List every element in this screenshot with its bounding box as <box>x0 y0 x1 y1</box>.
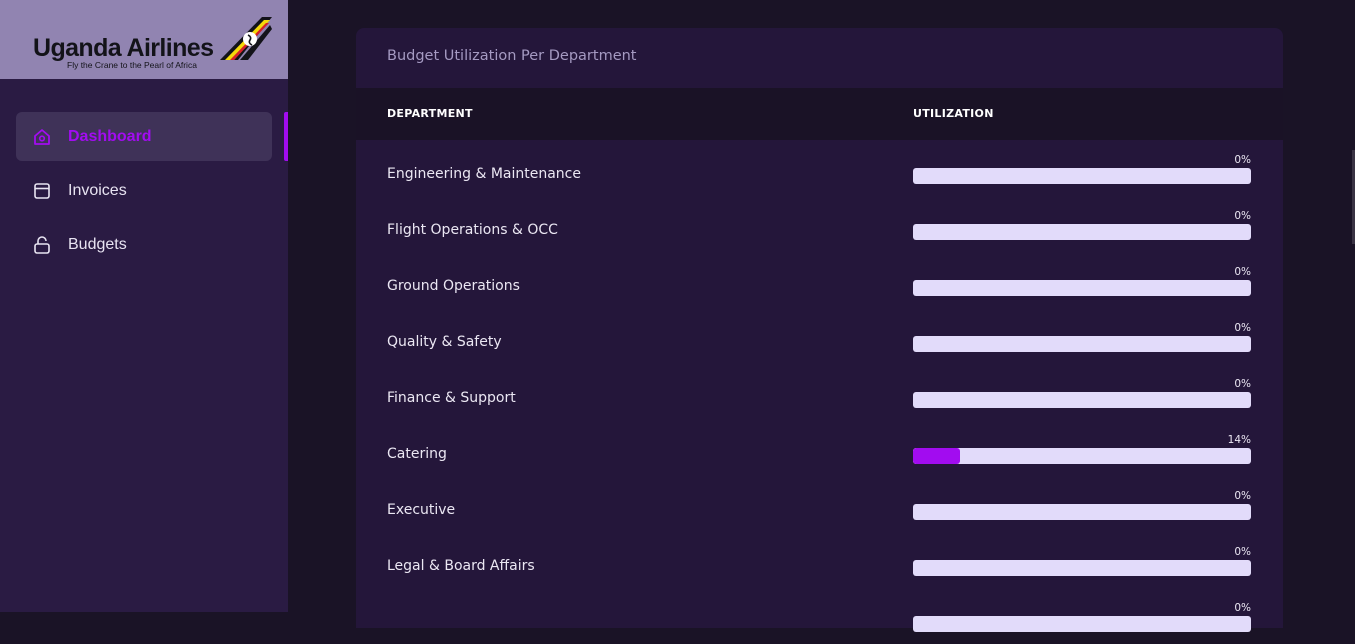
utilization-percent: 0% <box>1234 602 1251 614</box>
table-row: Quality & Safety 0% <box>356 308 1283 364</box>
utilization-percent: 0% <box>1234 490 1251 502</box>
utilization-percent: 0% <box>1234 378 1251 390</box>
utilization-progress-bar <box>913 560 1251 576</box>
department-name: Executive <box>387 502 456 518</box>
column-header-department: DEPARTMENT <box>387 107 473 120</box>
utilization-progress-bar <box>913 504 1251 520</box>
department-name: Ground Operations <box>387 278 520 294</box>
sidebar-nav: Dashboard Invoices Budgets <box>16 112 272 274</box>
department-name: Legal & Board Affairs <box>387 558 535 574</box>
card-title: Budget Utilization Per Department <box>387 48 637 64</box>
utilization-percent: 0% <box>1234 210 1251 222</box>
home-icon <box>34 129 50 145</box>
sidebar-item-label: Invoices <box>68 182 127 199</box>
utilization-progress-bar <box>913 336 1251 352</box>
utilization-progress-bar <box>913 224 1251 240</box>
table-row: Finance & Support 0% <box>356 364 1283 420</box>
utilization-percent: 0% <box>1234 266 1251 278</box>
department-name: Flight Operations & OCC <box>387 222 558 238</box>
sidebar-item-dashboard[interactable]: Dashboard <box>16 112 272 161</box>
table-row: 0% <box>356 588 1283 644</box>
department-name: Engineering & Maintenance <box>387 166 581 182</box>
table-row: Flight Operations & OCC 0% <box>356 196 1283 252</box>
budget-utilization-card: Budget Utilization Per Department DEPART… <box>356 28 1283 632</box>
utilization-progress-bar <box>913 616 1251 632</box>
sidebar: Uganda Airlines Fly the Crane to the Pea… <box>0 0 288 612</box>
department-name: Quality & Safety <box>387 334 502 350</box>
table-row: Catering 14% <box>356 420 1283 476</box>
utilization-progress-bar <box>913 168 1251 184</box>
utilization-percent: 0% <box>1234 546 1251 558</box>
utilization-percent: 14% <box>1227 434 1251 446</box>
table-row: Ground Operations 0% <box>356 252 1283 308</box>
table-row: Executive 0% <box>356 476 1283 532</box>
department-name: Catering <box>387 446 447 462</box>
utilization-progress-bar <box>913 448 1251 464</box>
brand-logo[interactable]: Uganda Airlines Fly the Crane to the Pea… <box>0 0 288 79</box>
unlock-icon <box>34 236 50 254</box>
crane-tail-logo-icon <box>220 17 272 60</box>
utilization-percent: 0% <box>1234 322 1251 334</box>
sidebar-item-label: Dashboard <box>68 128 152 145</box>
department-name: Finance & Support <box>387 390 516 406</box>
sidebar-item-budgets[interactable]: Budgets <box>16 220 272 269</box>
table-row: Engineering & Maintenance 0% <box>356 140 1283 196</box>
sidebar-item-invoices[interactable]: Invoices <box>16 166 272 215</box>
utilization-percent: 0% <box>1234 154 1251 166</box>
utilization-progress-fill <box>913 448 961 464</box>
brand-tagline: Fly the Crane to the Pearl of Africa <box>67 60 197 70</box>
utilization-progress-bar <box>913 392 1251 408</box>
table-header: DEPARTMENT UTILIZATION <box>356 88 1283 140</box>
active-nav-indicator <box>284 112 288 161</box>
column-header-utilization: UTILIZATION <box>913 107 994 120</box>
sidebar-item-label: Budgets <box>68 236 127 253</box>
invoice-icon <box>34 183 50 199</box>
utilization-progress-bar <box>913 280 1251 296</box>
table-row: Legal & Board Affairs 0% <box>356 532 1283 588</box>
brand-name: Uganda Airlines <box>33 34 214 62</box>
